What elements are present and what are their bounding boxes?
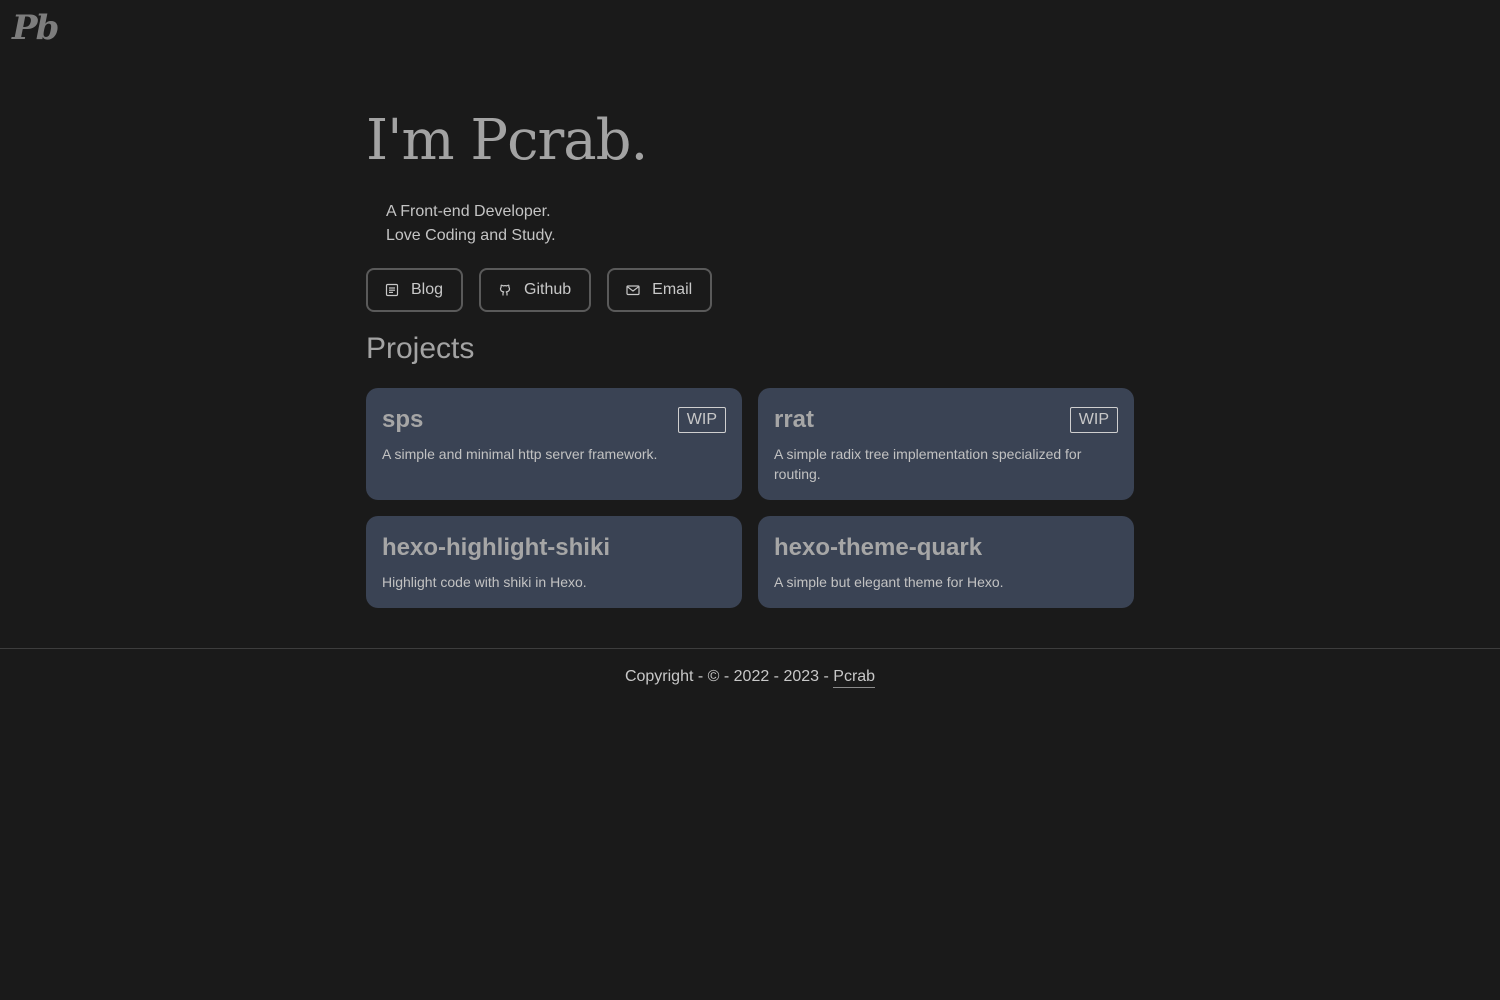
status-badge: WIP [677,407,726,433]
project-description: A simple radix tree implementation speci… [774,446,1082,482]
project-description: A simple and minimal http server framewo… [382,446,658,462]
project-name: sps [382,406,424,433]
footer: Copyright - © - 2022 - 2023 - Pcrab [0,666,1500,688]
bio-line: A Front-end Developer. [386,203,551,220]
project-card-hexo-theme-quark[interactable]: hexo-theme-quark A simple but elegant th… [758,516,1134,608]
projects-heading: Projects [366,332,475,365]
github-button-label: Github [524,281,572,298]
bio: A Front-end Developer. Love Coding and S… [386,200,556,248]
project-description: A simple but elegant theme for Hexo. [774,574,1004,590]
status-badge: WIP [1069,407,1118,433]
copyright-text: Copyright - © - 2022 - 2023 - [624,668,834,685]
footer-divider [0,648,1500,649]
document-icon [385,283,399,297]
project-card-hexo-highlight-shiki[interactable]: hexo-highlight-shiki Highlight code with… [366,516,742,608]
project-card-rrat[interactable]: rrat WIP A simple radix tree implementat… [758,388,1134,500]
email-button[interactable]: Email [607,268,713,312]
bio-line: Love Coding and Study. [386,227,556,244]
project-description: Highlight code with shiki in Hexo. [382,574,587,590]
mail-icon [626,283,640,297]
github-icon [498,283,512,297]
projects-grid: sps WIP A simple and minimal http server… [366,388,1134,608]
site-logo[interactable]: Pb [12,8,59,48]
email-button-label: Email [652,281,693,298]
github-button[interactable]: Github [479,268,592,312]
project-name: rrat [774,406,815,433]
author-link[interactable]: Pcrab [833,668,876,688]
project-card-sps[interactable]: sps WIP A simple and minimal http server… [366,388,742,500]
page-title: I'm Pcrab. [366,108,648,173]
project-name: hexo-theme-quark [774,534,983,561]
social-links: Blog Github Email [366,268,713,312]
blog-button-label: Blog [411,281,444,298]
blog-button[interactable]: Blog [366,268,464,312]
project-name: hexo-highlight-shiki [382,534,610,561]
